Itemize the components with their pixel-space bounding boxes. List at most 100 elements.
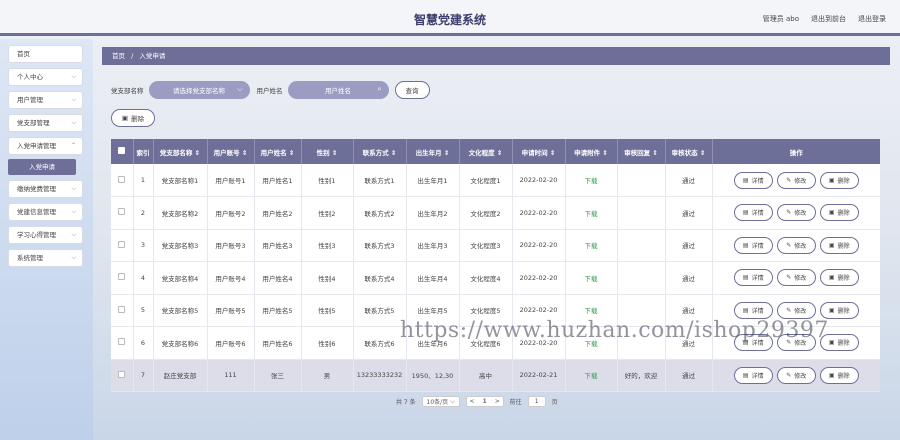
pencil-icon: ✎ — [786, 306, 792, 314]
sidebar-item-dues[interactable]: 缴纳党费管理 ⌵ — [8, 180, 83, 198]
edit-button[interactable]: ✎ 修改 — [776, 204, 816, 222]
cell-branch: 党支部名称1 — [153, 164, 208, 197]
download-link[interactable]: 下载 — [585, 210, 598, 218]
col-branch[interactable]: 党支部名称 ⇕ — [153, 139, 208, 164]
col-name[interactable]: 用户姓名 ⇕ — [254, 139, 302, 164]
goto-label: 前往 — [509, 399, 522, 406]
chevron-down-icon: ⌵ — [71, 231, 76, 238]
logout-link[interactable]: 退出登录 — [858, 14, 886, 24]
col-birth[interactable]: 出生年月 ⇕ — [406, 139, 460, 164]
sidebar-subitem-application[interactable]: 入党申请 — [8, 159, 76, 175]
cell-index: 1 — [133, 164, 154, 197]
delete-button[interactable]: ▣ 删除 — [819, 204, 859, 222]
sidebar-item-users[interactable]: 用户管理 ⌵ — [8, 91, 83, 109]
current-page[interactable]: 1 — [483, 398, 487, 405]
user-name-input[interactable]: 用户姓名 ⌕ — [287, 80, 389, 99]
sidebar: 首页 个人中心 ⌵ 用户管理 ⌵ 党支部管理 ⌵ 入党申请管理 ⌃ 入党申请 缴纳党费管… — [0, 39, 93, 440]
download-link[interactable]: 下载 — [585, 307, 598, 315]
sidebar-item-home[interactable]: 首页 — [8, 45, 83, 63]
sidebar-item-system[interactable]: 系统管理 ⌵ — [8, 249, 83, 267]
branch-select[interactable]: 请选择党支部名称 ⌵ — [148, 80, 250, 99]
edit-button[interactable]: ✎ 修改 — [776, 269, 816, 287]
row-checkbox[interactable] — [118, 305, 126, 313]
detail-button[interactable]: ▤ 详情 — [733, 204, 773, 222]
download-link[interactable]: 下载 — [585, 372, 598, 380]
edit-button[interactable]: ✎ 修改 — [776, 236, 816, 254]
edit-button[interactable]: ✎ 修改 — [776, 171, 816, 189]
delete-button[interactable]: ▣ 删除 — [819, 269, 859, 287]
pencil-icon: ✎ — [786, 209, 792, 217]
detail-button[interactable]: ▤ 详情 — [733, 301, 773, 319]
col-account[interactable]: 用户账号 ⇕ — [207, 139, 255, 164]
table-row: 1 党支部名称1 用户账号1 用户姓名1 性别1 联系方式1 出生年月1 文化程… — [111, 164, 880, 197]
application-table: 索引 党支部名称 ⇕ 用户账号 ⇕ 用户姓名 ⇕ 性别 ⇕ 联系方式 ⇕ 出生年… — [111, 139, 880, 392]
detail-button[interactable]: ▤ 详情 — [733, 236, 773, 254]
cell-index: 3 — [133, 229, 154, 262]
back-frontend-link[interactable]: 退出到前台 — [811, 14, 846, 24]
row-checkbox[interactable] — [118, 370, 126, 378]
col-status[interactable]: 审核状态 ⇕ — [665, 139, 713, 164]
download-link[interactable]: 下载 — [585, 242, 598, 250]
row-checkbox[interactable] — [118, 208, 126, 216]
page-nav: < 1 > — [465, 396, 504, 407]
cell-gender: 性别3 — [301, 229, 354, 262]
prev-page-button[interactable]: < — [470, 398, 475, 405]
cell-contact: 13233333232 — [353, 359, 407, 392]
sidebar-item-news[interactable]: 党建信息管理 ⌵ — [8, 203, 83, 221]
row-checkbox[interactable] — [118, 273, 126, 281]
row-checkbox[interactable] — [118, 338, 126, 346]
chevron-down-icon: ⌵ — [71, 254, 76, 261]
pencil-icon: ✎ — [786, 176, 792, 184]
col-gender[interactable]: 性别 ⇕ — [301, 139, 354, 164]
cell-name: 张三 — [254, 359, 302, 392]
sidebar-item-profile[interactable]: 个人中心 ⌵ — [8, 68, 83, 86]
cell-name: 用户姓名1 — [254, 164, 302, 197]
edit-button[interactable]: ✎ 修改 — [776, 301, 816, 319]
cell-name: 用户姓名4 — [254, 261, 302, 295]
edit-button[interactable]: ✎ 修改 — [776, 366, 816, 384]
col-file[interactable]: 申请附件 ⇕ — [565, 139, 618, 164]
download-link[interactable]: 下载 — [585, 177, 598, 185]
page-size-select[interactable]: 10条/页 ⌵ — [421, 396, 460, 407]
col-time[interactable]: 申请时间 ⇕ — [512, 139, 566, 164]
pencil-icon: ✎ — [786, 274, 792, 282]
cell-index: 2 — [133, 196, 154, 230]
cell-birth: 1950、12,30 — [406, 359, 460, 392]
sidebar-item-study[interactable]: 学习心得管理 ⌵ — [8, 226, 83, 244]
delete-button[interactable]: ▣ 删除 — [819, 236, 859, 254]
detail-button[interactable]: ▤ 详情 — [733, 269, 773, 287]
pencil-icon: ✎ — [786, 241, 792, 249]
col-edu[interactable]: 文化程度 ⇕ — [459, 139, 513, 164]
sort-icon: ⇕ — [496, 148, 503, 157]
sort-icon: ⇕ — [549, 148, 556, 157]
sort-icon: ⇕ — [390, 148, 397, 157]
goto-input[interactable]: 1 — [527, 396, 546, 407]
query-button[interactable]: 查询 — [394, 80, 430, 99]
download-link[interactable]: 下载 — [585, 275, 598, 283]
cell-edu: 文化程度3 — [459, 229, 513, 262]
delete-button[interactable]: ▣ 删除 — [819, 301, 859, 319]
sidebar-item-application[interactable]: 入党申请管理 ⌃ — [8, 137, 83, 155]
file-icon: ▤ — [742, 371, 749, 379]
chevron-down-icon: ⌵ — [237, 85, 243, 93]
cell-contact: 联系方式4 — [353, 261, 407, 295]
sort-icon: ⇕ — [331, 148, 338, 157]
select-all-checkbox[interactable] — [118, 147, 126, 154]
row-checkbox[interactable] — [118, 240, 126, 248]
next-page-button[interactable]: > — [495, 398, 500, 405]
col-contact[interactable]: 联系方式 ⇕ — [353, 139, 407, 164]
delete-button[interactable]: ▣ 删除 — [819, 171, 859, 189]
cell-reply — [617, 196, 666, 230]
bulk-delete-button[interactable]: ▣ 删除 — [111, 109, 155, 127]
delete-button[interactable]: ▣ 删除 — [819, 366, 859, 384]
pagination: 共 7 条 10条/页 ⌵ < 1 > 前往 1 页 — [396, 396, 558, 407]
sort-icon: ⇕ — [652, 148, 658, 157]
cell-reply — [617, 164, 666, 197]
sidebar-item-branch[interactable]: 党支部管理 ⌵ — [8, 114, 83, 132]
detail-button[interactable]: ▤ 详情 — [733, 171, 773, 189]
row-checkbox[interactable] — [118, 175, 126, 183]
breadcrumb-home[interactable]: 首页 — [112, 52, 125, 60]
detail-button[interactable]: ▤ 详情 — [733, 366, 773, 384]
col-reply[interactable]: 审核回复 ⇕ — [617, 139, 666, 164]
trash-icon: ▣ — [121, 114, 129, 122]
